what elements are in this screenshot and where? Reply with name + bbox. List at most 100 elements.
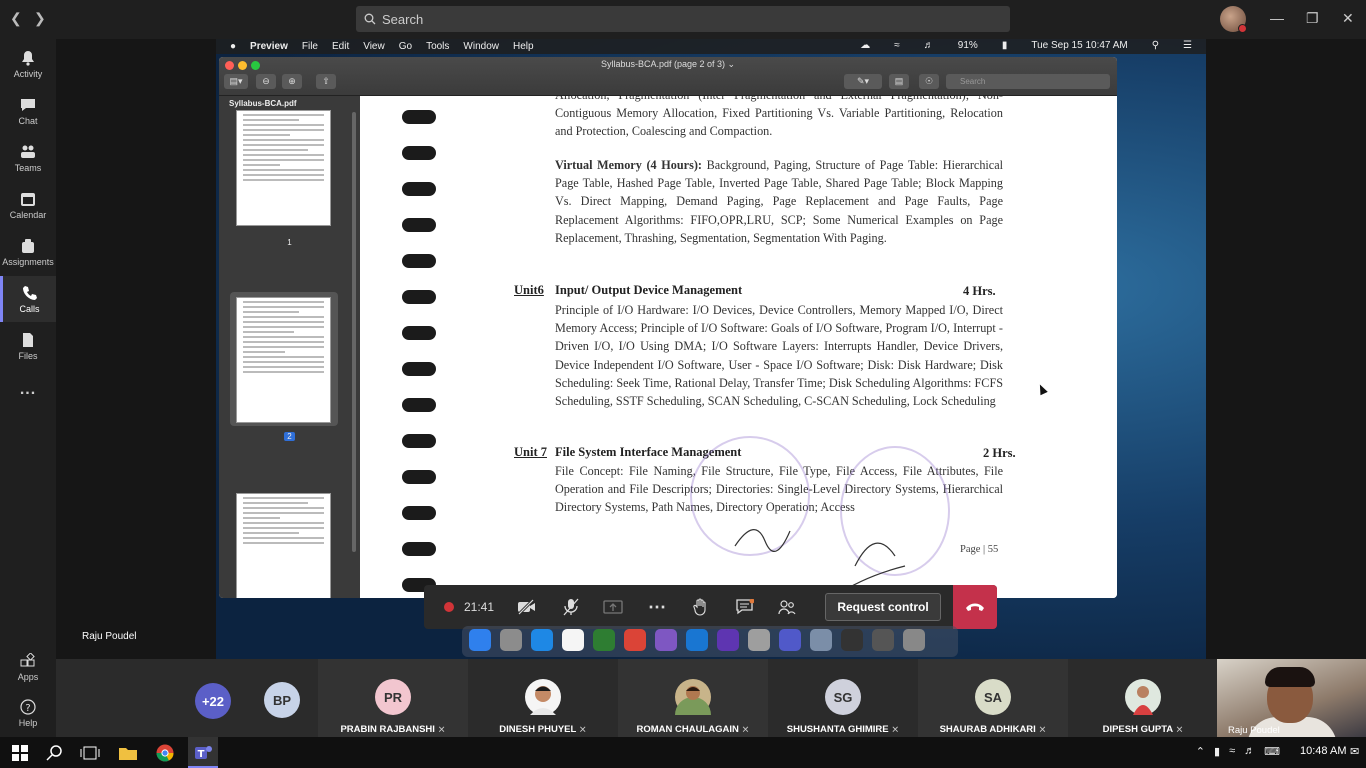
menu-edit[interactable]: Edit xyxy=(332,41,349,52)
virtual-memory-paragraph: Virtual Memory (4 Hours): Background, Pa… xyxy=(555,156,1003,247)
chrome-icon[interactable] xyxy=(155,743,175,763)
menu-view[interactable]: View xyxy=(363,41,385,52)
windows-start-icon[interactable] xyxy=(10,743,30,763)
svg-text:T: T xyxy=(198,749,205,760)
battery-icon[interactable]: ▮ xyxy=(1214,745,1220,758)
dock-app-icon[interactable] xyxy=(748,629,770,651)
control-center-icon[interactable]: ☰ xyxy=(1183,40,1192,51)
page-footer: Page | 55 xyxy=(960,544,999,555)
share-screen-button[interactable] xyxy=(600,585,626,629)
mute-button[interactable] xyxy=(558,585,584,629)
battery-percent: 91% xyxy=(957,40,978,51)
dock-app-icon[interactable] xyxy=(810,629,832,651)
menu-preview[interactable]: Preview xyxy=(250,41,288,52)
dock-app-icon[interactable] xyxy=(469,629,491,651)
page-thumbnail-1[interactable] xyxy=(236,110,331,226)
rail-item-apps[interactable]: Apps xyxy=(0,644,56,690)
dock-app-icon[interactable] xyxy=(655,629,677,651)
page-thumbnail-2[interactable] xyxy=(236,297,331,423)
rail-item-teams[interactable]: Teams xyxy=(0,135,56,181)
dock-app-icon[interactable] xyxy=(531,629,553,651)
more-icon: ⋯ xyxy=(648,596,666,617)
dock-app-icon[interactable] xyxy=(500,629,522,651)
participant-name-row: DINESH PHUYEL ⨯ xyxy=(468,724,618,735)
keyboard-icon[interactable]: ⌨ xyxy=(1264,745,1280,758)
participant-tile[interactable]: ROMAN CHAULAGAIN ⨯ xyxy=(618,659,768,737)
participant-avatar-bp[interactable]: BP xyxy=(264,682,300,718)
task-view-icon[interactable] xyxy=(80,743,100,763)
close-icon[interactable]: ✕ xyxy=(1342,10,1354,27)
volume-icon[interactable]: ♬ xyxy=(1244,745,1255,758)
more-actions-button[interactable]: ⋯ xyxy=(644,585,670,629)
participant-photo-avatar xyxy=(525,679,561,715)
rotate-button[interactable]: ▤ xyxy=(889,74,909,89)
restore-icon[interactable]: ❐ xyxy=(1306,10,1319,27)
camera-off-button[interactable] xyxy=(514,585,540,629)
zoom-in-button[interactable]: ⊕ xyxy=(282,74,302,89)
dock-app-icon[interactable] xyxy=(624,629,646,651)
participant-tile[interactable]: DIPESH GUPTA ⨯ xyxy=(1068,659,1218,737)
participant-tile[interactable]: SA SHAURAB ADHIKARI ⨯ xyxy=(918,659,1068,737)
dock-app-icon[interactable] xyxy=(841,629,863,651)
wifi-icon[interactable]: ≈ xyxy=(1229,745,1235,758)
dock-app-icon[interactable] xyxy=(717,629,739,651)
overflow-participants-count[interactable]: +22 xyxy=(195,683,231,719)
participant-tile[interactable]: DINESH PHUYEL ⨯ xyxy=(468,659,618,737)
search-input[interactable]: Search xyxy=(356,6,1010,32)
chevron-up-icon[interactable]: ⌃ xyxy=(1196,745,1205,758)
taskbar-clock[interactable]: 10:48 AM xyxy=(1300,745,1346,757)
annotate-button[interactable]: ☉ xyxy=(919,74,939,89)
teams-app-rail: Activity Chat Teams Calendar Assignments… xyxy=(0,39,56,737)
battery-icon: ▮ xyxy=(1001,40,1008,51)
chat-button[interactable] xyxy=(732,585,758,629)
sidebar-document-name[interactable]: Syllabus-BCA.pdf xyxy=(229,99,297,108)
raise-hand-button[interactable] xyxy=(688,585,714,629)
back-arrow-icon[interactable]: ❮ xyxy=(10,10,22,27)
dock-app-icon[interactable] xyxy=(779,629,801,651)
sidebar-scrollbar[interactable] xyxy=(352,112,356,552)
rail-item-chat[interactable]: Chat xyxy=(0,88,56,134)
notifications-icon[interactable]: ✉ xyxy=(1350,745,1359,758)
minimize-icon[interactable]: — xyxy=(1270,10,1284,26)
markup-button[interactable]: ✎▾ xyxy=(844,74,882,89)
participant-tile[interactable]: PR PRABIN RAJBANSHI ⨯ xyxy=(318,659,468,737)
phone-icon xyxy=(22,285,37,300)
preview-search-field[interactable]: Search xyxy=(946,74,1110,89)
teams-taskbar-button[interactable]: T xyxy=(188,737,218,768)
participant-tile[interactable]: SG SHUSHANTA GHIMIRE ⨯ xyxy=(768,659,918,737)
dock-app-icon[interactable] xyxy=(686,629,708,651)
file-explorer-icon[interactable] xyxy=(118,743,138,763)
sidebar-toggle-button[interactable]: ▤▾ xyxy=(224,74,248,89)
search-icon[interactable] xyxy=(45,743,65,763)
menu-go[interactable]: Go xyxy=(399,41,412,52)
dock-app-icon[interactable] xyxy=(562,629,584,651)
spotlight-icon[interactable]: ⚲ xyxy=(1152,40,1159,51)
request-control-button[interactable]: Request control xyxy=(825,593,941,621)
dock-app-icon[interactable] xyxy=(593,629,615,651)
forward-arrow-icon[interactable]: ❯ xyxy=(34,10,46,27)
apple-icon[interactable]: ● xyxy=(230,41,236,52)
preview-window: Syllabus-BCA.pdf (page 2 of 3) ⌄ ▤▾ ⊖ ⊕ … xyxy=(219,57,1117,598)
menu-file[interactable]: File xyxy=(302,41,318,52)
rail-item-activity[interactable]: Activity xyxy=(0,41,56,87)
presence-status-dot xyxy=(1238,24,1247,33)
participants-button[interactable] xyxy=(774,585,800,629)
zoom-out-button[interactable]: ⊖ xyxy=(256,74,276,89)
menu-help[interactable]: Help xyxy=(513,41,534,52)
rail-item-help[interactable]: ? Help xyxy=(0,690,56,736)
rail-item-files[interactable]: Files xyxy=(0,323,56,369)
rail-item-calls[interactable]: Calls xyxy=(0,276,56,322)
menu-tools[interactable]: Tools xyxy=(426,41,449,52)
rail-item-assignments[interactable]: Assignments xyxy=(0,229,56,275)
mic-off-icon: ⨯ xyxy=(1175,724,1184,735)
rail-item-more[interactable]: ... xyxy=(0,367,56,413)
participant-name: DINESH PHUYEL xyxy=(499,724,577,735)
page-thumbnail-3[interactable] xyxy=(236,493,331,598)
menu-window[interactable]: Window xyxy=(463,41,499,52)
windows-taskbar: T ⌃ ▮ ≈ ♬ ⌨ 10:48 AM ✉ xyxy=(0,737,1366,768)
dock-app-icon[interactable] xyxy=(872,629,894,651)
dock-app-icon[interactable] xyxy=(903,629,925,651)
rail-item-calendar[interactable]: Calendar xyxy=(0,182,56,228)
share-button[interactable]: ⇧ xyxy=(316,74,336,89)
hang-up-button[interactable] xyxy=(953,585,997,629)
